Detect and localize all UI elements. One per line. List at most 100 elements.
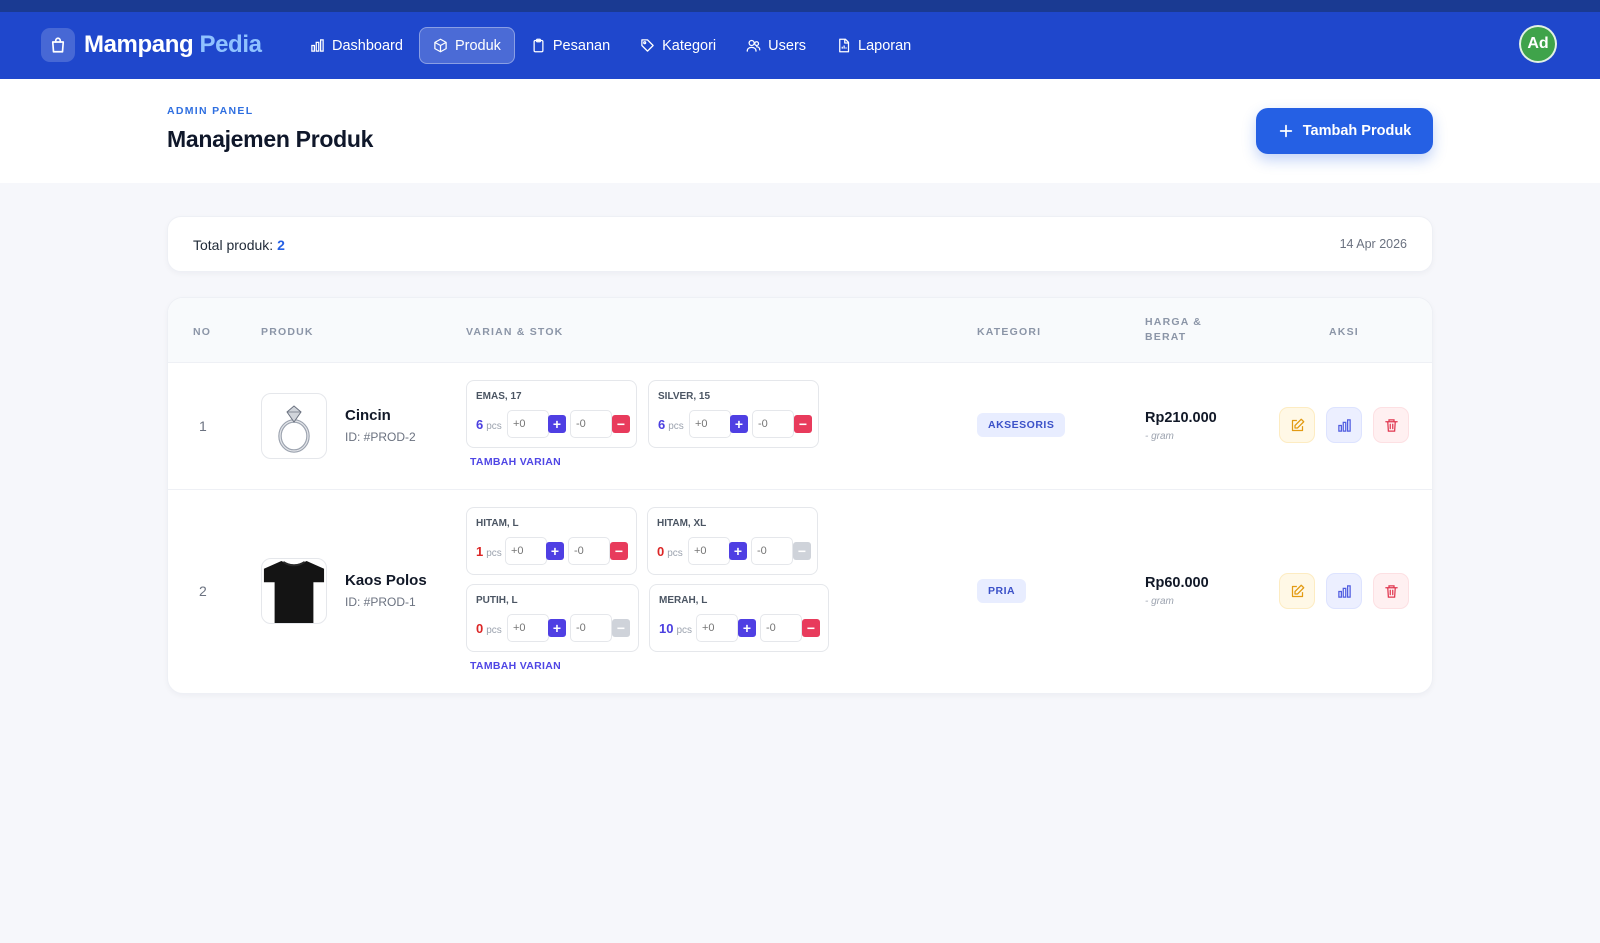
product-price: Rp60.000 [1145,575,1209,591]
variant-stock: 0 pcs [476,621,502,636]
total-count: 2 [277,237,285,253]
page-kicker: ADMIN PANEL [167,105,254,117]
variant-stock: 6 pcs [658,417,684,432]
nav-item-laporan[interactable]: Laporan [822,27,925,64]
add-product-label: Tambah Produk [1302,123,1412,139]
stock-subtract-input[interactable] [570,614,612,642]
nav-item-produk[interactable]: Produk [418,27,515,64]
variant-label: HITAM, XL [657,518,707,529]
nav-label: Pesanan [552,37,611,54]
stock-subtract-input[interactable] [751,537,793,565]
add-product-button[interactable]: Tambah Produk [1256,108,1433,154]
plus-icon [1279,124,1292,138]
trash-icon [1384,418,1398,432]
variant-label: PUTIH, L [476,595,518,606]
product-weight: - gram [1145,596,1174,607]
stock-subtract-button[interactable]: − [802,619,820,637]
variant-card: HITAM, L 1pcs + − [466,507,637,575]
stock-add-button[interactable]: + [546,542,564,560]
nav-item-dashboard[interactable]: Dashboard [296,27,417,64]
product-thumbnail[interactable] [261,558,327,624]
stock-subtract-button[interactable]: − [794,415,812,433]
nav-item-kategori[interactable]: Kategori [626,27,730,64]
product-thumbnail[interactable] [261,393,327,459]
total-products: Total produk: 2 [193,237,285,253]
product-stats-button[interactable] [1326,573,1362,609]
product-id: ID: #PROD-1 [345,595,416,609]
stock-subtract-button[interactable]: − [610,542,628,560]
summary-date: 14 Apr 2026 [1339,237,1407,251]
delete-product-button[interactable] [1373,573,1409,609]
bar-chart-icon [311,39,324,52]
page-title: Manajemen Produk [167,126,374,152]
stock-subtract-input[interactable] [760,614,802,642]
table-row: 2 Kaos Polos ID: #PROD-1 HITAM, L 1 pcs +… [168,490,1432,693]
stock-add-button[interactable]: + [738,619,756,637]
variant-card: PUTIH, L 0pcs + − [466,584,639,652]
add-variant-link[interactable]: TAMBAH VARIAN [470,456,561,468]
ring-image [278,405,310,453]
stock-add-input[interactable] [696,614,738,642]
variant-card: EMAS, 17 6pcs + − [466,380,637,448]
user-avatar[interactable]: Ad [1519,25,1557,63]
product-price: Rp210.000 [1145,410,1217,426]
stock-add-input[interactable] [688,537,730,565]
stock-subtract-input[interactable] [568,537,610,565]
brand-name: Mampang Pedia [84,31,262,58]
edit-product-button[interactable] [1279,573,1315,609]
stock-subtract-button[interactable]: − [793,542,811,560]
stock-add-button[interactable]: + [729,542,747,560]
stock-subtract-input[interactable] [752,410,794,438]
column-header-produk: PRODUK [261,326,314,338]
variant-stock: 1 pcs [476,544,502,559]
variant-label: HITAM, L [476,518,519,529]
product-id: ID: #PROD-2 [345,430,416,444]
stock-add-input[interactable] [507,410,549,438]
stock-subtract-input[interactable] [570,410,612,438]
product-stats-button[interactable] [1326,407,1362,443]
clipboard-icon [533,38,544,53]
brand-logo[interactable]: Mampang Pedia [41,28,262,62]
column-header-harga: HARGA & BERAT [1145,316,1203,343]
column-header-varian: VARIAN & STOK [466,326,564,338]
top-navbar: Mampang Pedia Dashboard Produk Pesanan K… [0,0,1600,79]
table-header: NO PRODUK VARIAN & STOK KATEGORI HARGA &… [168,298,1432,363]
variant-stock: 10 pcs [659,621,693,636]
table-row: 1 Cincin ID: #PROD-2 EMAS, 17 6pcs + − S… [168,363,1432,490]
stock-subtract-button[interactable]: − [612,619,630,637]
products-table: NO PRODUK VARIAN & STOK KATEGORI HARGA &… [167,297,1433,694]
variant-label: MERAH, L [659,595,708,606]
stock-add-button[interactable]: + [730,415,748,433]
edit-product-button[interactable] [1279,407,1315,443]
trash-icon [1384,584,1398,598]
nav-label: Kategori [662,37,717,54]
add-variant-link[interactable]: TAMBAH VARIAN [470,660,561,672]
nav-item-users[interactable]: Users [732,27,820,64]
stock-add-input[interactable] [507,614,549,642]
stock-add-button[interactable]: + [548,619,566,637]
stock-add-input[interactable] [505,537,547,565]
column-header-kategori: KATEGORI [977,326,1042,338]
stock-subtract-button[interactable]: − [612,415,630,433]
edit-icon [1291,418,1304,431]
stock-add-input[interactable] [689,410,731,438]
product-name: Kaos Polos [345,572,427,589]
variant-stock: 0 pcs [657,544,683,559]
variant-label: SILVER, 15 [658,391,711,402]
users-icon [746,39,761,52]
edit-icon [1291,584,1304,597]
nav-label: Produk [454,37,501,54]
stock-add-button[interactable]: + [548,415,566,433]
box-icon [434,38,447,53]
variant-label: EMAS, 17 [476,391,522,402]
bar-chart-icon [1337,584,1351,598]
delete-product-button[interactable] [1373,407,1409,443]
variant-stock: 6 pcs [476,417,502,432]
variant-card: MERAH, L 10pcs + − [649,584,829,652]
nav-item-pesanan[interactable]: Pesanan [517,27,624,64]
nav-label: Laporan [858,37,912,54]
product-name: Cincin [345,407,391,424]
tag-icon [641,39,654,52]
column-header-aksi: AKSI [1329,326,1359,338]
main-nav: Dashboard Produk Pesanan Kategori Users … [296,27,925,64]
